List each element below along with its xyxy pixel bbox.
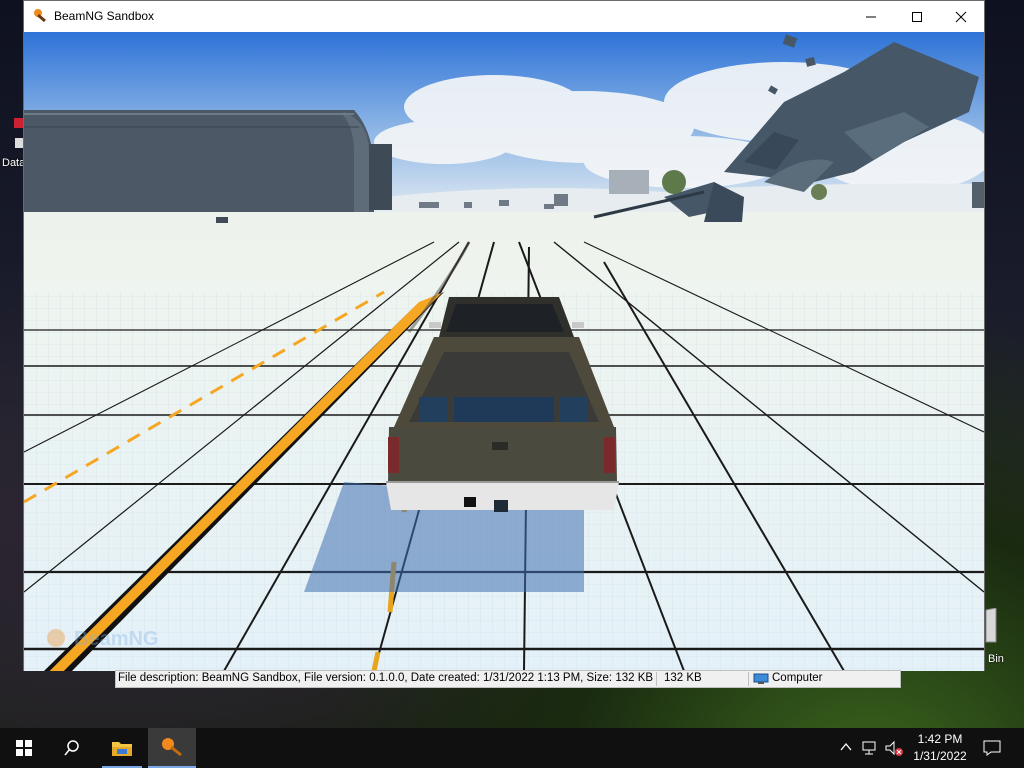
search-icon: [64, 740, 79, 756]
action-center-icon[interactable]: [983, 740, 1001, 756]
file-explorer-button[interactable]: [98, 728, 146, 768]
clock-date[interactable]: 1/31/2022: [900, 749, 980, 763]
windows-logo-icon: [16, 740, 32, 756]
minimize-button[interactable]: [848, 1, 894, 32]
location-text: Computer: [772, 672, 823, 684]
game-viewport[interactable]: BeamNG: [24, 32, 984, 671]
title-bar[interactable]: BeamNG Sandbox: [24, 1, 984, 32]
concrete-structure-left: [24, 110, 392, 212]
recycle-bin-icon[interactable]: [984, 608, 998, 644]
app-window: BeamNG Sandbox BeamNG: [23, 0, 985, 671]
window-title: BeamNG Sandbox: [54, 9, 155, 23]
beamng-app-icon: [34, 9, 46, 23]
chevron-up-icon[interactable]: [840, 742, 852, 752]
beamng-taskbar-button[interactable]: [148, 728, 196, 768]
file-description-bar: File description: BeamNG Sandbox, File v…: [115, 670, 901, 688]
maximize-button[interactable]: [894, 1, 940, 32]
recycle-bin-label[interactable]: Bin: [988, 653, 1004, 665]
desktop-icon-label[interactable]: Data: [2, 157, 25, 169]
beamng-icon: [162, 738, 182, 757]
folder-icon: [112, 742, 132, 756]
file-size-text: 132 KB: [664, 672, 702, 684]
network-icon[interactable]: [862, 740, 878, 756]
svg-text:BeamNG: BeamNG: [74, 628, 158, 650]
computer-icon: [753, 673, 769, 684]
search-button[interactable]: [48, 728, 96, 768]
clock-time[interactable]: 1:42 PM: [900, 732, 980, 746]
file-description-text: File description: BeamNG Sandbox, File v…: [118, 672, 654, 684]
minimize-icon: [866, 16, 876, 17]
maximize-icon: [912, 11, 922, 22]
game-scene: BeamNG: [24, 32, 984, 671]
close-icon: [955, 11, 967, 22]
taskbar: 1:42 PM 1/31/2022: [0, 728, 1024, 768]
start-button[interactable]: [0, 728, 48, 768]
close-button[interactable]: [938, 1, 984, 32]
